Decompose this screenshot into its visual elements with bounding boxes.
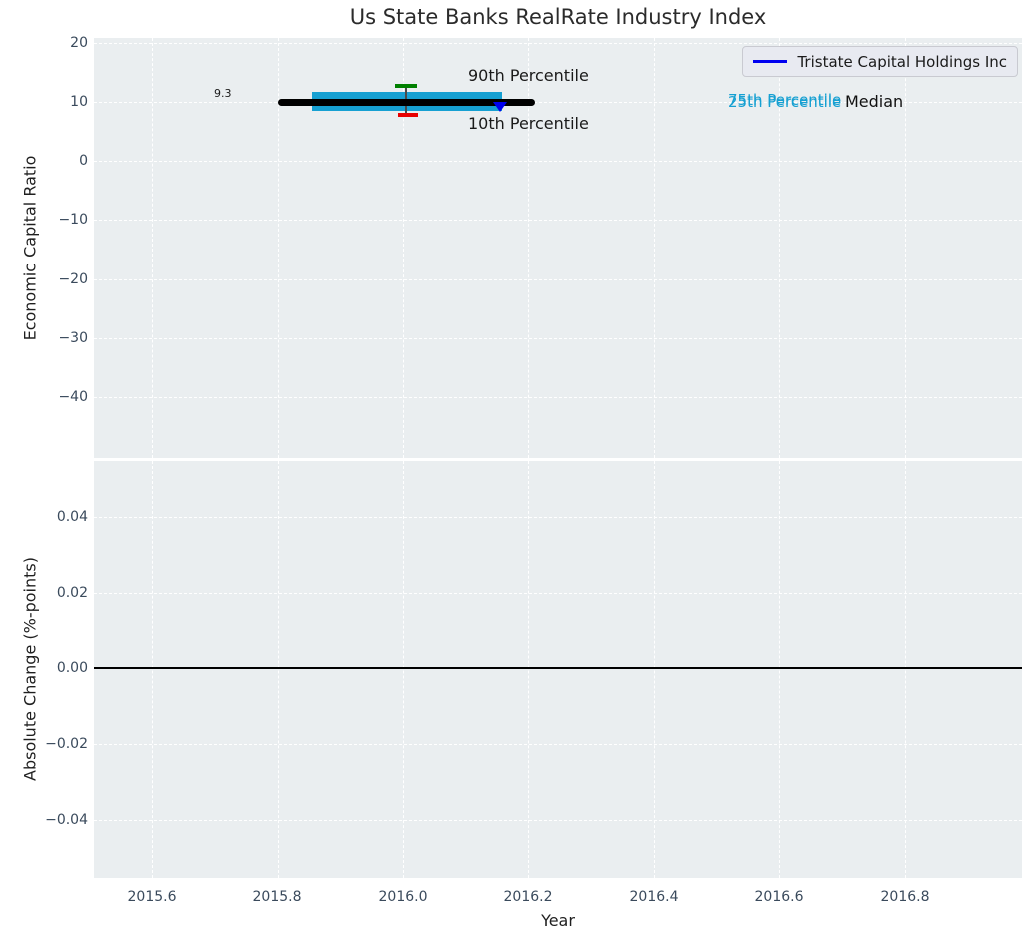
company-marker-triangle-down-icon: [493, 102, 507, 112]
zero-line: [94, 667, 1022, 669]
xtick-label: 2016.2: [483, 889, 573, 905]
p90-cap: [395, 84, 417, 88]
p90-annotation: 90th Percentile: [468, 66, 589, 85]
xtick-label: 2016.0: [358, 889, 448, 905]
legend: Tristate Capital Holdings Inc: [742, 46, 1018, 77]
gridline-h: [94, 161, 1022, 162]
gridline-h: [94, 220, 1022, 221]
legend-label: Tristate Capital Holdings Inc: [797, 53, 1007, 71]
xtick-label: 2015.8: [232, 889, 322, 905]
xtick-label: 2016.6: [734, 889, 824, 905]
p25-annotation: 25th Percentile: [728, 93, 841, 111]
gridline-h: [94, 593, 1022, 594]
legend-line-icon: [753, 60, 787, 63]
gridline-v: [528, 461, 529, 878]
ytick-label: −40: [28, 389, 88, 405]
gridline-v: [403, 461, 404, 878]
gridline-h: [94, 338, 1022, 339]
gridline-h: [94, 279, 1022, 280]
xtick-label: 2016.8: [860, 889, 950, 905]
xtick-label: 2015.6: [107, 889, 197, 905]
ytick-label: 0.04: [28, 509, 88, 525]
xtick-label: 2016.4: [609, 889, 699, 905]
gridline-h: [94, 744, 1022, 745]
gridline-v: [654, 461, 655, 878]
ytick-label: 10: [28, 94, 88, 110]
p10-cap: [398, 113, 418, 117]
y-axis-label-bottom: Absolute Change (%-points): [21, 557, 40, 781]
gridline-v: [152, 38, 153, 458]
top-axes: 9.3 90th Percentile 10th Percentile 75th…: [94, 38, 1022, 458]
chart-title: Us State Banks RealRate Industry Index: [94, 5, 1022, 29]
gridline-v: [152, 461, 153, 878]
gridline-h: [94, 43, 1022, 44]
gridline-v: [905, 461, 906, 878]
gridline-v: [905, 38, 906, 458]
gridline-v: [779, 461, 780, 878]
p10-annotation: 10th Percentile: [468, 114, 589, 133]
gridline-v: [278, 461, 279, 878]
x-axis-label: Year: [94, 911, 1022, 930]
median-value-annotation: 9.3: [214, 87, 232, 100]
figure: Us State Banks RealRate Industry Index 9…: [0, 0, 1034, 942]
y-axis-label-top: Economic Capital Ratio: [21, 156, 40, 341]
median-annotation: Median: [845, 92, 903, 111]
gridline-v: [654, 38, 655, 458]
gridline-h: [94, 397, 1022, 398]
bottom-axes: [94, 461, 1022, 878]
gridline-h: [94, 517, 1022, 518]
gridline-h: [94, 820, 1022, 821]
ytick-label: −0.04: [28, 812, 88, 828]
ytick-label: 20: [28, 35, 88, 51]
